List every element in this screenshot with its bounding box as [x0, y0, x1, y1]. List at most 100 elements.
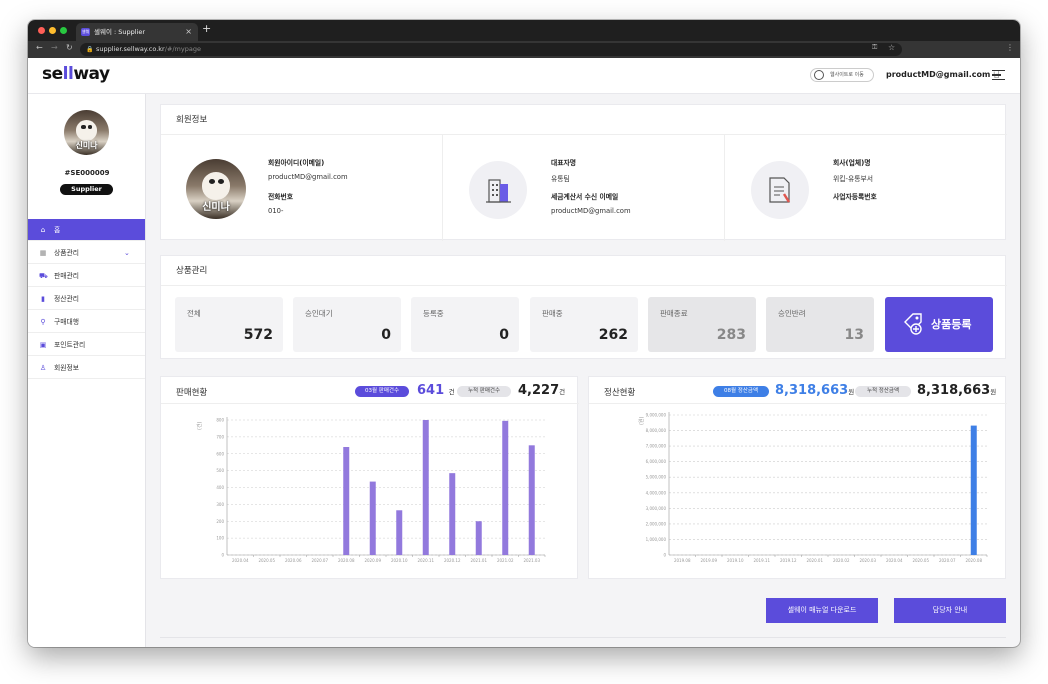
sidebar-item-label: 구매대행: [54, 318, 80, 326]
stat-label: 판매종료: [660, 309, 688, 318]
sales-status-card: 판매현황 03월 판매건수 641 건 누적 판매건수 4,227건 (건) 0 1…: [160, 376, 579, 579]
x-tick-label: 2020.07: [939, 558, 956, 563]
settlement-month-value: 8,318,663: [775, 383, 849, 398]
stat-pending-approval[interactable]: 승인대기 0: [293, 297, 401, 352]
stat-total[interactable]: 전체 572: [175, 297, 283, 352]
close-tab-icon[interactable]: ×: [185, 23, 192, 41]
x-tick-label: 2020.02: [833, 558, 850, 563]
tax-email-label: 세금계산서 수신 이메일: [551, 193, 619, 201]
user-email: productMD@gmail.com 님: [886, 70, 1000, 80]
logo-prefix: se: [42, 64, 63, 84]
go-to-website-button[interactable]: 웹사이트로 이동: [810, 68, 874, 82]
cart-icon: ⛟: [39, 272, 48, 280]
y-tick-label: 700: [216, 434, 224, 439]
x-tick-label: 2020.05: [912, 558, 929, 563]
sidebar-item-label: 정산관리: [54, 295, 80, 303]
sidebar-item-purchase-agency[interactable]: ⚲ 구매대행: [28, 311, 145, 333]
sidebar-item-home[interactable]: ⌂ 홈: [28, 219, 145, 241]
x-tick-label: 2020.08: [338, 558, 355, 563]
y-tick-label: 3,000,000: [646, 506, 667, 511]
browser-menu-icon[interactable]: ⋮: [1006, 43, 1014, 52]
tag-plus-icon: [904, 313, 922, 335]
user-email-text: productMD@gmail.com: [886, 70, 991, 79]
y-tick-label: 100: [216, 536, 224, 541]
bar: [343, 447, 350, 555]
bar: [502, 420, 509, 555]
sidebar-item-label: 포인트관리: [54, 341, 86, 349]
x-tick-label: 2020.09: [364, 558, 381, 563]
back-icon[interactable]: ←: [36, 43, 43, 52]
sidebar-item-member[interactable]: ♙ 회원정보: [28, 357, 145, 379]
settlement-month-pill: 08월 정산금액: [713, 386, 769, 397]
bar-chart-icon: ▮: [41, 295, 45, 303]
register-product-button[interactable]: 상품등록: [885, 297, 993, 352]
sidebar-item-settlement[interactable]: ▮ 정산관리: [28, 288, 145, 310]
stat-label: 승인반려: [778, 309, 806, 318]
y-axis-label: (원): [638, 416, 645, 425]
x-tick-label: 2020.12: [444, 558, 461, 563]
close-window-icon[interactable]: [38, 27, 45, 34]
stat-registering[interactable]: 등록중 0: [411, 297, 519, 352]
home-icon: ⌂: [40, 226, 46, 234]
stat-on-sale[interactable]: 판매중 262: [530, 297, 638, 352]
stat-label: 승인대기: [305, 309, 333, 318]
lock-icon: 🔒: [86, 46, 94, 53]
manual-download-button[interactable]: 셀웨이 매뉴얼 다운로드: [766, 598, 878, 623]
y-tick-label: 1,000,000: [646, 537, 667, 542]
scooter-icon: ⚲: [40, 318, 46, 326]
stat-sale-ended[interactable]: 판매종료 283: [648, 297, 756, 352]
manager-info-button[interactable]: 담당자 안내: [894, 598, 1006, 623]
y-tick-label: 0: [663, 553, 666, 558]
y-tick-label: 0: [221, 553, 224, 558]
avatar-caption: 신미나: [75, 140, 98, 150]
url-field[interactable]: 🔒 supplier.sellway.co.kr/#/mypage: [80, 43, 902, 56]
forward-icon[interactable]: →: [51, 43, 58, 52]
wallet-icon: ▣: [39, 341, 47, 349]
profile-avatar: 신미나: [64, 110, 109, 155]
sales-month-pill: 03월 판매건수: [355, 386, 409, 397]
reload-icon[interactable]: ↻: [66, 43, 73, 52]
browser-tab[interactable]: 셀웨 셀웨이 : Supplier ×: [76, 23, 198, 41]
hamburger-menu-icon[interactable]: [992, 70, 1005, 81]
settlement-status-card: 정산현황 08월 정산금액 8,318,663원 누적 정산금액 8,318,6…: [588, 376, 1007, 579]
bar: [422, 420, 429, 555]
app-header: sellway 웹사이트로 이동 productMD@gmail.com 님: [28, 58, 1020, 94]
x-tick-label: 2020.05: [258, 558, 275, 563]
sidebar-item-products[interactable]: ▦ 상품관리 ⌄: [28, 242, 145, 264]
logo-suffix: way: [73, 64, 110, 84]
sellway-logo[interactable]: sellway: [42, 64, 110, 84]
sales-month-count: 641 건: [417, 383, 455, 398]
bar: [528, 445, 535, 555]
logo-mid: ll: [62, 64, 74, 84]
y-tick-label: 800: [216, 418, 224, 423]
y-tick-label: 300: [216, 502, 224, 507]
sales-bar-chart: (건) 0 100 200 300 400 500 600 700 800 2020.04 2020.…: [196, 417, 546, 563]
go-to-website-label: 웹사이트로 이동: [830, 72, 864, 78]
grid-icon: ▦: [39, 249, 47, 257]
bookmark-star-icon[interactable]: ☆: [888, 43, 895, 52]
settlement-status-title: 정산현황: [604, 388, 636, 398]
stat-rejected[interactable]: 승인반려 13: [766, 297, 874, 352]
bar: [369, 481, 376, 555]
x-tick-label: 2019.10: [727, 558, 744, 563]
stat-label: 전체: [187, 309, 201, 318]
x-tick-label: 2021.01: [470, 558, 487, 563]
sales-month-value: 641: [417, 383, 445, 398]
member-id-label: 회원아이디(이메일): [268, 159, 325, 167]
maximize-window-icon[interactable]: [60, 27, 67, 34]
company-value: 위킵-유통부서: [833, 175, 873, 183]
x-tick-label: 2020.07: [311, 558, 328, 563]
company-label: 회사(업체)명: [833, 159, 871, 167]
y-tick-label: 600: [216, 451, 224, 456]
y-tick-label: 500: [216, 468, 224, 473]
sidebar-item-points[interactable]: ▣ 포인트관리: [28, 334, 145, 356]
sidebar-item-sales[interactable]: ⛟ 판매관리: [28, 265, 145, 287]
new-tab-icon[interactable]: +: [202, 22, 211, 35]
y-tick-label: 9,000,000: [646, 413, 667, 418]
minimize-window-icon[interactable]: [49, 27, 56, 34]
x-tick-label: 2019.09: [700, 558, 717, 563]
bizno-label: 사업자등록번호: [833, 193, 877, 201]
sales-total-count: 4,227건: [518, 383, 565, 398]
stat-value: 0: [381, 327, 391, 343]
key-icon[interactable]: ⚿: [872, 43, 877, 52]
